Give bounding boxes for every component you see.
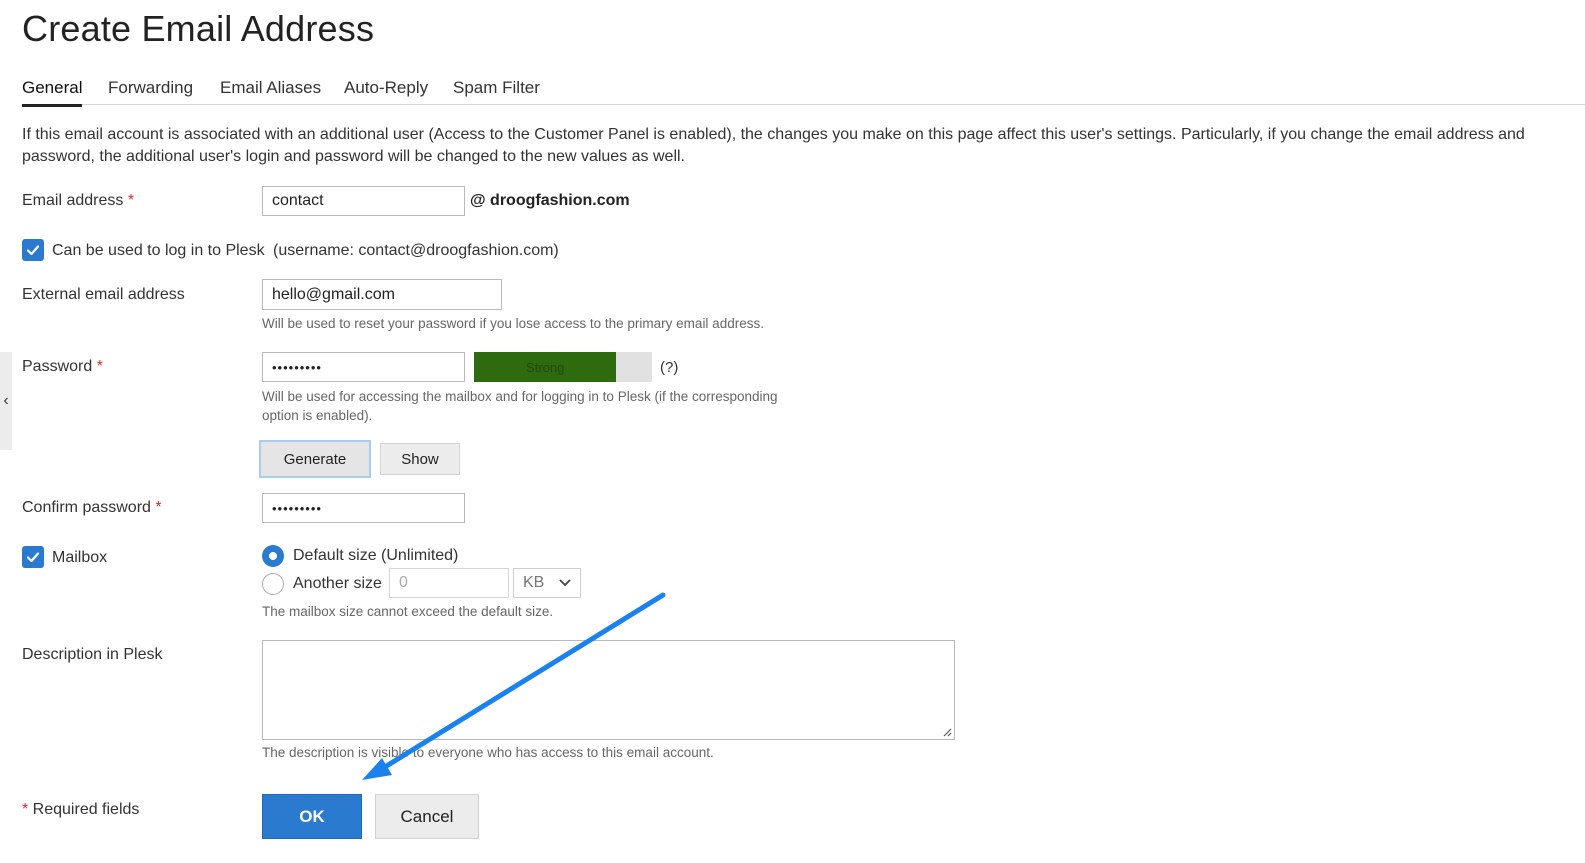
annotation-arrow-icon xyxy=(362,592,666,780)
